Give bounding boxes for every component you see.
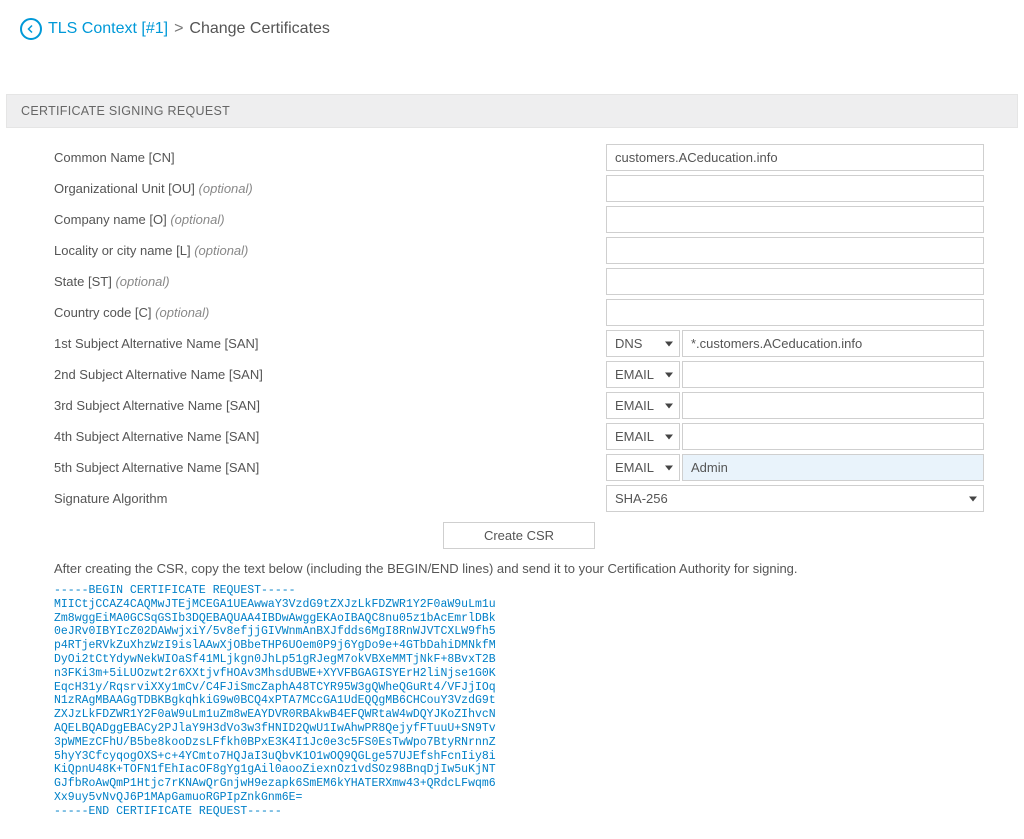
san3-value-input[interactable] [682,392,984,419]
chevron-down-icon [665,341,673,346]
csr-section: CERTIFICATE SIGNING REQUEST Common Name … [6,94,1018,839]
label-st: State [ST] (optional) [54,269,606,294]
label-l: Locality or city name [L] (optional) [54,238,606,263]
label-sigalg: Signature Algorithm [54,486,606,511]
csr-output: -----BEGIN CERTIFICATE REQUEST----- MIIC… [54,584,984,819]
san1-type-select[interactable]: DNS [606,330,680,357]
label-ou: Organizational Unit [OU] (optional) [54,176,606,201]
section-title: CERTIFICATE SIGNING REQUEST [6,94,1018,128]
san3-type-select[interactable]: EMAIL [606,392,680,419]
chevron-down-icon [969,496,977,501]
st-input[interactable] [606,268,984,295]
san5-value-input[interactable] [682,454,984,481]
label-cn: Common Name [CN] [54,145,606,170]
sigalg-select[interactable]: SHA-256 [606,485,984,512]
o-input[interactable] [606,206,984,233]
san2-value-input[interactable] [682,361,984,388]
san2-type-select[interactable]: EMAIL [606,361,680,388]
chevron-down-icon [665,434,673,439]
breadcrumb-current: Change Certificates [189,20,330,38]
helper-text: After creating the CSR, copy the text be… [54,561,984,576]
label-san1: 1st Subject Alternative Name [SAN] [54,331,606,356]
label-c: Country code [C] (optional) [54,300,606,325]
san4-type-select[interactable]: EMAIL [606,423,680,450]
ou-input[interactable] [606,175,984,202]
c-input[interactable] [606,299,984,326]
label-san2: 2nd Subject Alternative Name [SAN] [54,362,606,387]
label-o: Company name [O] (optional) [54,207,606,232]
san4-value-input[interactable] [682,423,984,450]
back-icon[interactable] [20,18,42,40]
breadcrumb-sep: > [174,20,183,38]
cn-input[interactable] [606,144,984,171]
san5-type-select[interactable]: EMAIL [606,454,680,481]
breadcrumb: TLS Context [#1] > Change Certificates [0,0,1024,54]
label-san3: 3rd Subject Alternative Name [SAN] [54,393,606,418]
label-san4: 4th Subject Alternative Name [SAN] [54,424,606,449]
san1-value-input[interactable] [682,330,984,357]
chevron-down-icon [665,403,673,408]
breadcrumb-link[interactable]: TLS Context [#1] [48,20,168,38]
chevron-down-icon [665,465,673,470]
label-san5: 5th Subject Alternative Name [SAN] [54,455,606,480]
chevron-down-icon [665,372,673,377]
l-input[interactable] [606,237,984,264]
create-csr-button[interactable]: Create CSR [443,522,595,549]
form-area: Common Name [CN] Organizational Unit [OU… [6,128,1018,839]
